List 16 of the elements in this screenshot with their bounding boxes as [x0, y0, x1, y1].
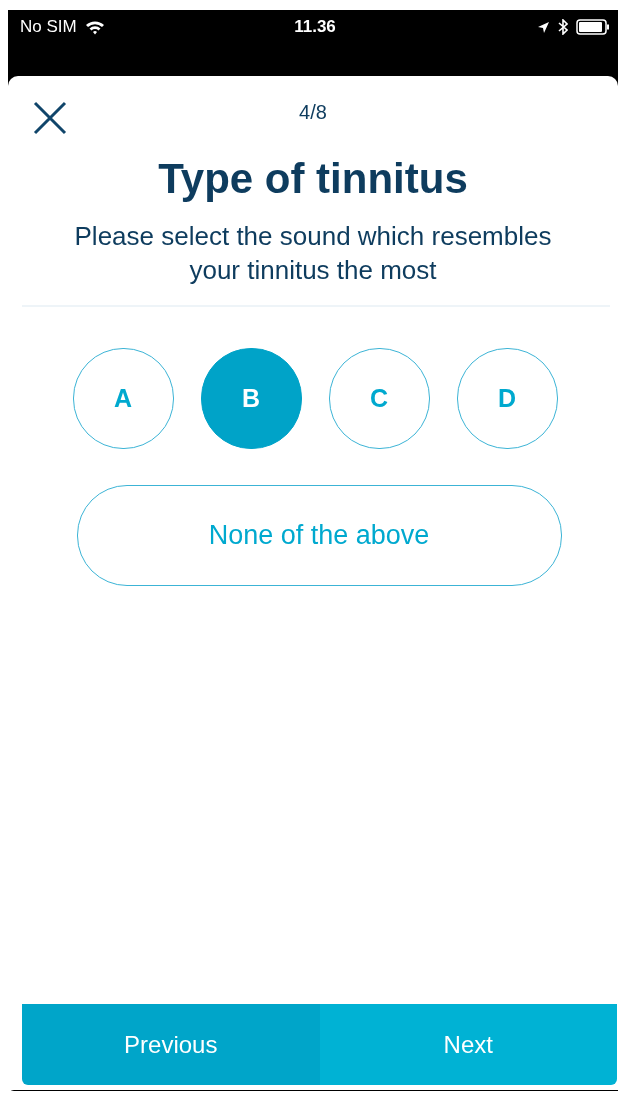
previous-button[interactable]: Previous — [22, 1004, 320, 1085]
question-title: Type of tinnitus — [157, 154, 469, 204]
option-button[interactable]: D — [456, 348, 558, 449]
option-button[interactable]: B — [200, 348, 302, 449]
none-option-button[interactable]: None of the above — [76, 485, 562, 586]
carrier-name: No SIM — [20, 17, 77, 37]
wifi-icon — [84, 19, 105, 35]
clock-time: 11.36 — [293, 17, 337, 37]
option-button[interactable]: A — [72, 348, 174, 449]
question-prompt: Please select the sound which resembles your tinnitus the most — [73, 220, 553, 287]
option-button[interactable]: C — [328, 348, 430, 449]
location-arrow-icon — [537, 20, 550, 34]
progress-counter: 4/8 — [299, 100, 327, 124]
next-button[interactable]: Next — [319, 1004, 617, 1085]
battery-icon — [576, 19, 610, 35]
bluetooth-icon — [558, 19, 568, 35]
